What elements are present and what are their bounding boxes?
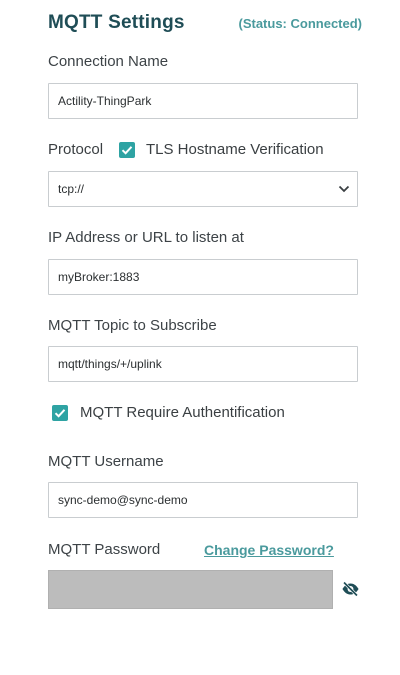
- chevron-down-icon: [338, 185, 350, 193]
- page-title: MQTT Settings: [48, 12, 185, 33]
- topic-input[interactable]: [48, 346, 358, 382]
- connection-status: (Status: Connected): [238, 16, 363, 31]
- require-auth-label: MQTT Require Authentification: [80, 404, 285, 421]
- topic-label: MQTT Topic to Subscribe: [48, 317, 217, 334]
- settings-header: MQTT Settings (Status: Connected): [48, 12, 364, 38]
- checkmark-icon: [54, 409, 66, 418]
- protocol-select[interactable]: tcp://: [48, 171, 358, 207]
- tls-verification-label: TLS Hostname Verification: [146, 141, 324, 158]
- require-auth-checkbox[interactable]: [52, 405, 68, 421]
- username-label: MQTT Username: [48, 453, 164, 470]
- protocol-selected-value: tcp://: [58, 182, 85, 196]
- connection-name-input[interactable]: [48, 83, 358, 119]
- password-label: MQTT Password: [48, 541, 161, 558]
- password-field[interactable]: [48, 570, 333, 609]
- username-input[interactable]: [48, 482, 358, 518]
- password-row: MQTT Password Change Password?: [48, 541, 364, 565]
- ip-address-label: IP Address or URL to listen at: [48, 229, 244, 246]
- eye-slash-icon[interactable]: [341, 580, 360, 598]
- ip-address-input[interactable]: [48, 259, 358, 295]
- checkmark-icon: [121, 146, 133, 155]
- protocol-label: Protocol: [48, 141, 104, 158]
- connection-name-label: Connection Name: [48, 53, 169, 70]
- auth-row: MQTT Require Authentification: [52, 403, 362, 423]
- change-password-link[interactable]: Change Password?: [204, 542, 334, 558]
- tls-verification-checkbox[interactable]: [119, 142, 135, 158]
